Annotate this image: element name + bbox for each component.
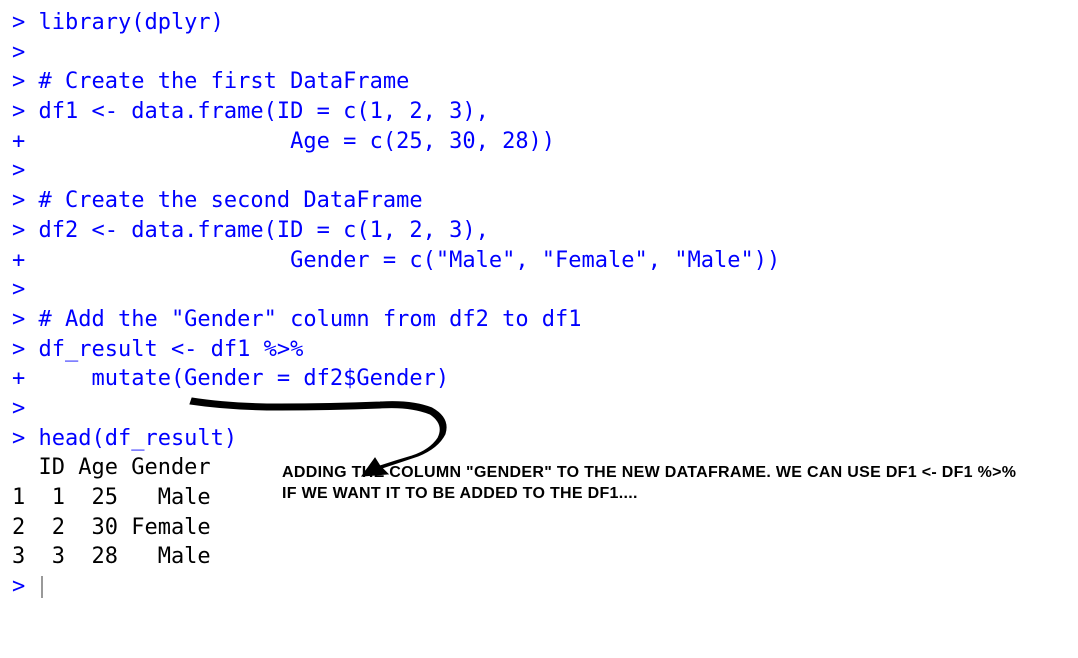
console-input[interactable]: >: [12, 572, 1066, 602]
console-line: >: [12, 38, 1066, 68]
console-line: >: [12, 275, 1066, 305]
cursor-icon: [41, 576, 43, 598]
annotation-text: ADDING THE COLUMN "GENDER" TO THE NEW DA…: [282, 463, 1022, 505]
console-line: + Age = c(25, 30, 28)): [12, 127, 1066, 157]
console-line: >: [12, 394, 1066, 424]
output-row: 3 3 28 Male: [12, 542, 1066, 572]
console-line: > head(df_result): [12, 424, 1066, 454]
console-line: > # Add the "Gender" column from df2 to …: [12, 305, 1066, 335]
console-line: > df_result <- df1 %>%: [12, 335, 1066, 365]
console-line: + Gender = c("Male", "Female", "Male")): [12, 246, 1066, 276]
console-line: > # Create the first DataFrame: [12, 67, 1066, 97]
prompt: >: [12, 574, 39, 599]
console-line: > df1 <- data.frame(ID = c(1, 2, 3),: [12, 97, 1066, 127]
console-line: >: [12, 156, 1066, 186]
console-line: > library(dplyr): [12, 8, 1066, 38]
console-line: > # Create the second DataFrame: [12, 186, 1066, 216]
console-line: > df2 <- data.frame(ID = c(1, 2, 3),: [12, 216, 1066, 246]
console-line: + mutate(Gender = df2$Gender): [12, 364, 1066, 394]
output-row: 2 2 30 Female: [12, 513, 1066, 543]
